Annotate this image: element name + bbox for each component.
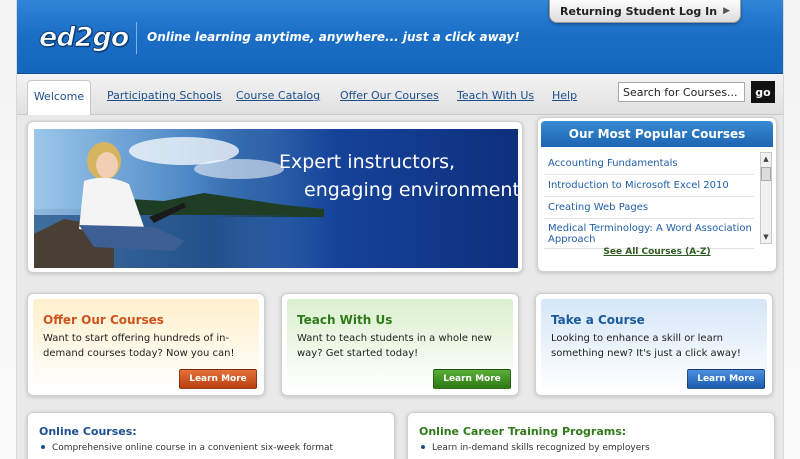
career-programs-card: Online Career Training Programs: Learn i… xyxy=(407,412,775,459)
tab-help[interactable]: Help xyxy=(552,89,577,102)
scroll-down-arrow-icon[interactable]: ▼ xyxy=(761,231,771,243)
popular-course-link[interactable]: Creating Web Pages xyxy=(544,197,754,219)
career-programs-heading: Online Career Training Programs: xyxy=(419,425,627,438)
online-courses-bullet: Comprehensive online course in a conveni… xyxy=(39,443,333,453)
content-area: Expert instructors, engaging environment… xyxy=(17,115,783,459)
login-label: Returning Student Log In xyxy=(560,4,718,18)
main-nav: Welcome Participating Schools Course Cat… xyxy=(17,74,783,115)
tab-offer-our-courses[interactable]: Offer Our Courses xyxy=(340,89,439,102)
tab-welcome[interactable]: Welcome xyxy=(27,80,91,115)
tab-teach-with-us[interactable]: Teach With Us xyxy=(457,89,534,102)
hero-banner-card: Expert instructors, engaging environment xyxy=(27,121,523,273)
search-go-button[interactable]: go xyxy=(751,81,775,103)
take-a-course-panel: Take a Course Looking to enhance a skill… xyxy=(541,299,767,390)
scroll-thumb[interactable] xyxy=(761,167,771,181)
teach-with-us-title: Teach With Us xyxy=(297,313,393,327)
see-all-courses-link[interactable]: See All Courses (A-Z) xyxy=(538,247,776,257)
career-programs-bullet: Learn in-demand skills recognized by emp… xyxy=(419,443,650,453)
triangle-right-icon: ▶ xyxy=(723,6,730,16)
offer-courses-card: Offer Our Courses Want to start offering… xyxy=(27,293,265,396)
offer-courses-title: Offer Our Courses xyxy=(43,313,164,327)
take-a-course-learn-more-button[interactable]: Learn More xyxy=(687,369,765,389)
take-a-course-card: Take a Course Looking to enhance a skill… xyxy=(535,293,773,396)
offer-courses-panel: Offer Our Courses Want to start offering… xyxy=(33,299,259,390)
teach-with-us-card: Teach With Us Want to teach students in … xyxy=(281,293,519,396)
offer-courses-text: Want to start offering hundreds of in-de… xyxy=(43,333,235,359)
site-header: ed2go Online learning anytime, anywhere.… xyxy=(17,0,783,75)
logo-divider xyxy=(136,22,137,54)
tab-course-catalog[interactable]: Course Catalog xyxy=(236,89,320,102)
tagline: Online learning anytime, anywhere... jus… xyxy=(147,30,520,44)
take-a-course-title: Take a Course xyxy=(551,313,645,327)
career-programs-item: Learn in-demand skills recognized by emp… xyxy=(432,443,650,453)
bullet-icon xyxy=(41,445,45,449)
teach-with-us-panel: Teach With Us Want to teach students in … xyxy=(287,299,513,390)
bullet-icon xyxy=(421,445,425,449)
returning-student-login-button[interactable]: Returning Student Log In ▶ xyxy=(549,0,741,23)
hero-headline-line1: Expert instructors, xyxy=(279,151,456,173)
tab-participating-schools[interactable]: Participating Schools xyxy=(107,89,222,102)
search-input[interactable] xyxy=(618,82,745,102)
popular-courses-scrollbar[interactable]: ▲ ▼ xyxy=(760,152,772,244)
left-gutter xyxy=(0,0,17,459)
popular-course-link[interactable]: Medical Terminology: A Word Association … xyxy=(544,219,754,249)
take-a-course-text: Looking to enhance a skill or learn some… xyxy=(551,333,741,359)
popular-course-link[interactable]: Accounting Fundamentals xyxy=(544,153,754,175)
scroll-up-arrow-icon[interactable]: ▲ xyxy=(761,153,771,165)
right-gutter xyxy=(783,0,800,459)
page: ed2go Online learning anytime, anywhere.… xyxy=(0,0,800,459)
online-courses-item: Comprehensive online course in a conveni… xyxy=(52,443,334,453)
teach-with-us-text: Want to teach students in a whole new wa… xyxy=(297,333,492,359)
popular-course-link[interactable]: Introduction to Microsoft Excel 2010 xyxy=(544,175,754,197)
online-courses-card: Online Courses: Comprehensive online cou… xyxy=(27,412,395,459)
popular-courses-panel: Our Most Popular Courses Accounting Fund… xyxy=(537,117,777,272)
hero-headline-line2: engaging environment xyxy=(304,179,518,201)
online-courses-heading: Online Courses: xyxy=(39,425,137,438)
hero-banner-image[interactable]: Expert instructors, engaging environment xyxy=(34,129,518,268)
ed2go-logo[interactable]: ed2go xyxy=(38,22,129,54)
popular-courses-title: Our Most Popular Courses xyxy=(541,121,773,147)
teach-with-us-learn-more-button[interactable]: Learn More xyxy=(433,369,511,389)
popular-courses-list: Accounting Fundamentals Introduction to … xyxy=(544,153,754,249)
offer-courses-learn-more-button[interactable]: Learn More xyxy=(179,369,257,389)
